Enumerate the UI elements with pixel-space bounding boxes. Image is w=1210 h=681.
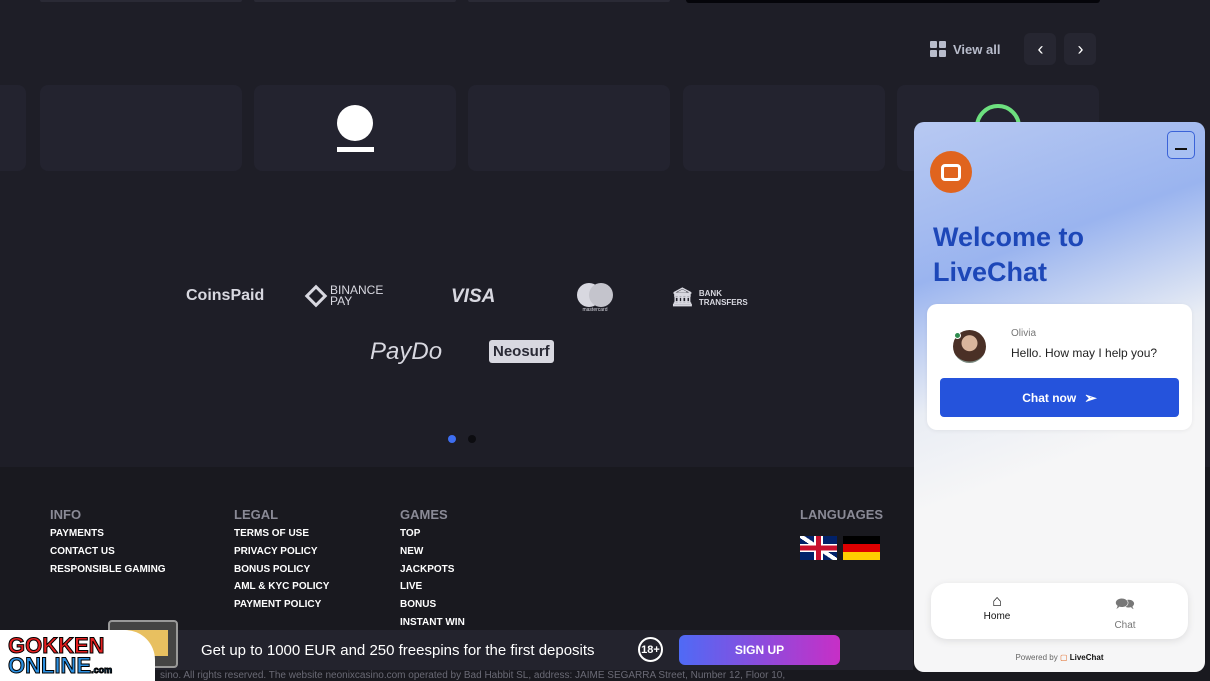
promo-text: Get up to 1000 EUR and 250 freespins for… — [201, 642, 595, 659]
provider-logo-bar — [337, 147, 374, 152]
sign-up-button[interactable]: SIGN UP — [679, 635, 840, 665]
bank-transfers-logo: 🏛 BANK TRANSFERS — [671, 287, 748, 307]
footer-heading: GAMES — [400, 507, 448, 522]
footer-link[interactable]: CONTACT US — [50, 543, 166, 561]
powered-by[interactable]: Powered by ▢ LiveChat — [914, 653, 1205, 662]
message-card: Olivia Hello. How may I help you? Chat n… — [927, 304, 1192, 430]
footer-link[interactable]: TOP — [400, 525, 465, 543]
online-status-dot — [954, 332, 961, 339]
footer-link[interactable]: BONUS — [400, 596, 465, 614]
welcome-heading: Welcome to LiveChat — [933, 222, 1085, 287]
view-all-label: View all — [953, 41, 1001, 57]
send-icon: ➢ — [1084, 389, 1097, 407]
bank-icon: 🏛 — [671, 287, 694, 307]
livechat-small-icon: ▢ — [1059, 653, 1068, 662]
prev-button[interactable]: ‹ — [1024, 33, 1057, 65]
footer-link[interactable]: NEW — [400, 543, 465, 561]
grid-icon — [930, 41, 946, 57]
footer-heading: INFO — [50, 507, 82, 522]
uk-flag-icon[interactable] — [800, 536, 837, 560]
gokkenonline-logo: GOKKEN ONLINE.com — [0, 630, 155, 681]
binance-pay-logo: BINANCE PAY — [304, 284, 383, 308]
footer-heading: LEGAL — [234, 507, 279, 522]
footer-legal: LEGAL TERMS OF USE PRIVACY POLICY BONUS … — [234, 507, 329, 614]
provider-card[interactable] — [0, 85, 26, 171]
tab-home[interactable]: ⌂ Home — [952, 593, 1042, 622]
carousel-dot-active[interactable] — [448, 435, 456, 443]
chevron-left-icon: ‹ — [1037, 38, 1044, 59]
chat-bubbles-icon: 🗪 — [1115, 596, 1135, 613]
mastercard-logo: mastercard — [577, 283, 613, 313]
provider-card[interactable] — [254, 85, 456, 171]
footer-link[interactable]: TERMS OF USE — [234, 525, 329, 543]
carousel-nav: View all ‹ › — [930, 33, 1097, 65]
footer-link[interactable]: RESPONSIBLE GAMING — [50, 561, 166, 579]
footer-link[interactable]: BONUS POLICY — [234, 561, 329, 579]
carousel-dot[interactable] — [468, 435, 476, 443]
view-all-button[interactable]: View all — [930, 41, 1000, 57]
footer-heading: LANGUAGES — [800, 507, 884, 522]
provider-card[interactable] — [40, 85, 242, 171]
minimize-button[interactable] — [1167, 131, 1195, 159]
footer-link[interactable]: PRIVACY POLICY — [234, 543, 329, 561]
footer-games: GAMES TOP NEW JACKPOTS LIVE BONUS INSTAN… — [400, 507, 465, 632]
binance-icon — [304, 284, 328, 308]
footer-link[interactable]: AML & KYC POLICY — [234, 578, 329, 596]
footer-link[interactable]: LIVE — [400, 578, 465, 596]
chat-now-label: Chat now — [1022, 390, 1077, 405]
footer-link[interactable]: PAYMENT POLICY — [234, 596, 329, 614]
provider-logo-icon — [337, 105, 373, 141]
german-flag-icon[interactable] — [843, 536, 880, 560]
footer-link[interactable]: JACKPOTS — [400, 561, 465, 579]
livechat-widget: Welcome to LiveChat Olivia Hello. How may… — [914, 122, 1205, 672]
paydo-logo: PayDo — [370, 338, 443, 365]
home-icon: ⌂ — [992, 593, 1002, 610]
age-18-badge: 18+ — [638, 637, 663, 662]
chat-now-button[interactable]: Chat now ➢ — [940, 378, 1179, 417]
coinspaid-logo: CoinsPaid — [186, 287, 265, 304]
visa-logo: VISA — [451, 286, 496, 307]
neosurf-logo: Neosurf — [489, 340, 554, 363]
provider-card[interactable] — [468, 85, 670, 171]
chat-tabs: ⌂ Home 🗪 Chat — [931, 583, 1188, 639]
livechat-logo-icon — [930, 151, 972, 193]
next-button[interactable]: › — [1064, 33, 1097, 65]
chevron-right-icon: › — [1077, 38, 1084, 59]
agent-message: Hello. How may I help you? — [1011, 346, 1158, 360]
copyright-text: sino. All rights reserved. The website n… — [160, 670, 786, 681]
tab-chat[interactable]: 🗪 Chat — [1080, 593, 1170, 631]
agent-name: Olivia — [1011, 328, 1037, 339]
footer-link[interactable]: PAYMENTS — [50, 525, 166, 543]
footer-info: INFO PAYMENTS CONTACT US RESPONSIBLE GAM… — [50, 507, 166, 578]
provider-card[interactable] — [683, 85, 885, 171]
footer-languages: LANGUAGES — [800, 507, 883, 560]
